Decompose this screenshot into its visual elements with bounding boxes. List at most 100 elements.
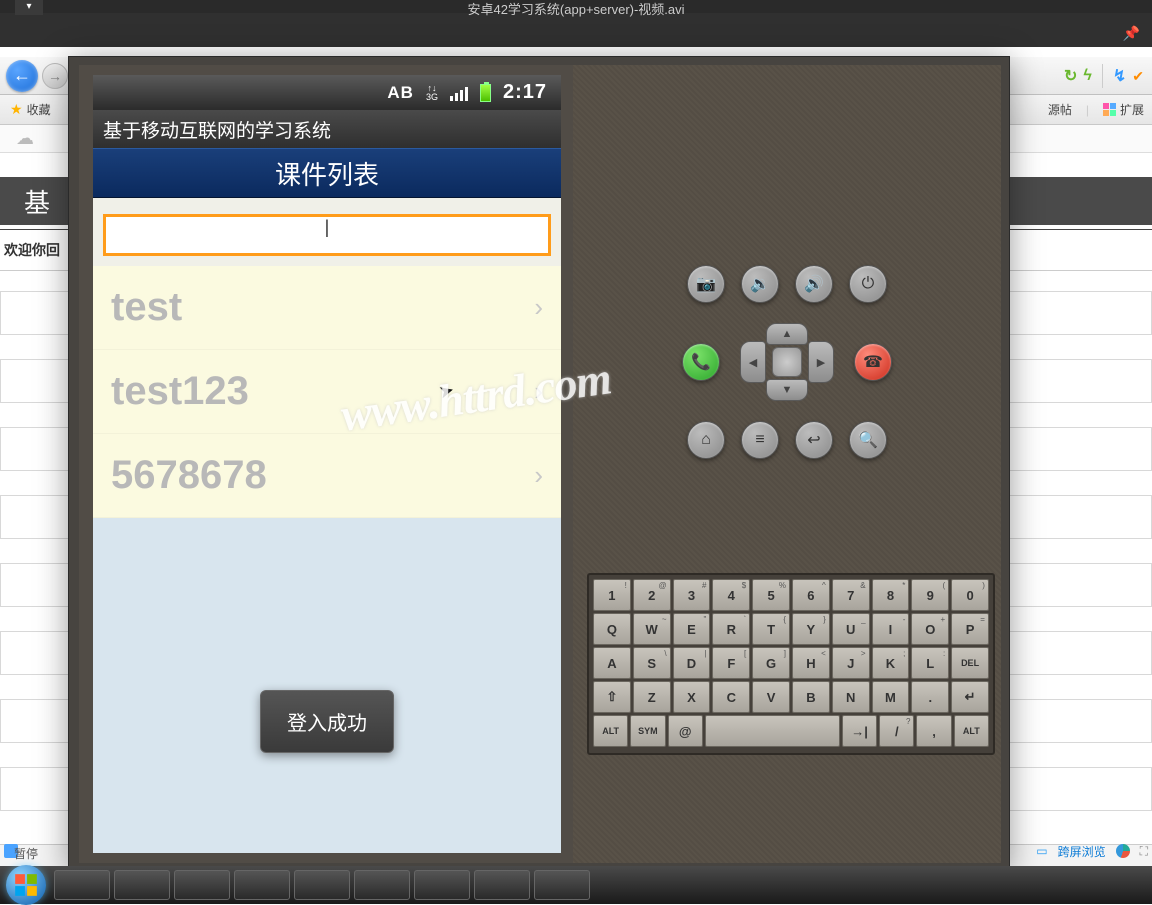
key-DEL[interactable]: DEL bbox=[951, 647, 989, 679]
volume-down-button[interactable]: 🔉 bbox=[741, 265, 779, 303]
fullscreen-icon[interactable]: ⛶ bbox=[1140, 844, 1148, 859]
back-button[interactable]: ↩ bbox=[795, 421, 833, 459]
cross-screen-link[interactable]: 跨屏浏览 bbox=[1058, 843, 1106, 860]
key-→|[interactable]: →| bbox=[842, 715, 877, 747]
cloud-icon[interactable]: ☁ bbox=[16, 128, 34, 149]
key-9[interactable]: (9 bbox=[911, 579, 949, 611]
key-.[interactable]: . bbox=[911, 681, 949, 713]
pie-chart-icon[interactable] bbox=[1116, 844, 1130, 858]
key-B[interactable]: B bbox=[792, 681, 830, 713]
key-L[interactable]: :L bbox=[911, 647, 949, 679]
dpad: ▲ ▼ ◀ ▶ bbox=[740, 323, 834, 401]
key-/[interactable]: ?/ bbox=[879, 715, 914, 747]
taskbar-item[interactable] bbox=[474, 870, 530, 900]
media-player-titlebar: ▾ 安卓42学习系统(app+server)-视频.avi bbox=[0, 0, 1152, 13]
camera-button[interactable]: 📷 bbox=[687, 265, 725, 303]
key-1[interactable]: !1 bbox=[593, 579, 631, 611]
key-0[interactable]: )0 bbox=[951, 579, 989, 611]
key-⇧[interactable]: ⇧ bbox=[593, 681, 631, 713]
star-icon: ★ bbox=[10, 101, 23, 118]
dpad-down[interactable]: ▼ bbox=[766, 379, 808, 401]
extensions-link[interactable]: 扩展 bbox=[1103, 101, 1144, 118]
key-C[interactable]: C bbox=[712, 681, 750, 713]
pin-icon[interactable]: 📌 bbox=[1123, 25, 1140, 42]
key-O[interactable]: +O bbox=[911, 613, 949, 645]
taskbar-item[interactable] bbox=[354, 870, 410, 900]
taskbar-item[interactable] bbox=[294, 870, 350, 900]
key-ALT[interactable]: ALT bbox=[954, 715, 989, 747]
taskbar-item[interactable] bbox=[414, 870, 470, 900]
dpad-left[interactable]: ◀ bbox=[740, 341, 766, 383]
key-V[interactable]: V bbox=[752, 681, 790, 713]
network-indicator: ↑↓3G bbox=[426, 84, 438, 102]
favorites-label[interactable]: 收藏 bbox=[27, 101, 51, 118]
key-U[interactable]: _U bbox=[832, 613, 870, 645]
key-D[interactable]: |D bbox=[673, 647, 711, 679]
key-A[interactable]: A bbox=[593, 647, 631, 679]
key-M[interactable]: M bbox=[872, 681, 910, 713]
volume-up-button[interactable]: 🔊 bbox=[795, 265, 833, 303]
source-link[interactable]: 源帖 bbox=[1048, 101, 1072, 118]
key-R[interactable]: `R bbox=[712, 613, 750, 645]
menu-button[interactable]: ≡ bbox=[741, 421, 779, 459]
key-X[interactable]: X bbox=[673, 681, 711, 713]
key-P[interactable]: =P bbox=[951, 613, 989, 645]
key-W[interactable]: ~W bbox=[633, 613, 671, 645]
key-5[interactable]: %5 bbox=[752, 579, 790, 611]
forward-button[interactable]: → bbox=[42, 63, 68, 89]
key-,[interactable]: , bbox=[916, 715, 951, 747]
key-J[interactable]: >J bbox=[832, 647, 870, 679]
key-I[interactable]: -I bbox=[872, 613, 910, 645]
lightning-icon[interactable]: ϟ bbox=[1083, 67, 1091, 85]
dpad-up[interactable]: ▲ bbox=[766, 323, 808, 345]
key-7[interactable]: &7 bbox=[832, 579, 870, 611]
key-8[interactable]: *8 bbox=[872, 579, 910, 611]
list-item[interactable]: test123 › bbox=[93, 350, 561, 434]
taskbar-item[interactable] bbox=[234, 870, 290, 900]
key-2[interactable]: @2 bbox=[633, 579, 671, 611]
dpad-center[interactable] bbox=[772, 347, 802, 377]
taskbar-item[interactable] bbox=[114, 870, 170, 900]
key-E[interactable]: "E bbox=[673, 613, 711, 645]
list-item[interactable]: 5678678 › bbox=[93, 434, 561, 518]
back-button[interactable]: ← bbox=[6, 60, 38, 92]
sync-icon[interactable]: ↯ bbox=[1113, 66, 1126, 86]
key-N[interactable]: N bbox=[832, 681, 870, 713]
start-button[interactable] bbox=[6, 865, 46, 905]
taskbar-item[interactable] bbox=[534, 870, 590, 900]
check-icon[interactable]: ✔ bbox=[1132, 68, 1144, 85]
key-ALT[interactable]: ALT bbox=[593, 715, 628, 747]
key-3[interactable]: #3 bbox=[673, 579, 711, 611]
key-↵[interactable]: ↵ bbox=[951, 681, 989, 713]
refresh-icon[interactable]: ↻ bbox=[1064, 66, 1077, 86]
key-H[interactable]: <H bbox=[792, 647, 830, 679]
search-button[interactable]: 🔍 bbox=[849, 421, 887, 459]
taskbar-item[interactable] bbox=[54, 870, 110, 900]
end-call-button[interactable]: ☎ bbox=[854, 343, 892, 381]
search-input[interactable]: | bbox=[103, 214, 551, 256]
key-4[interactable]: $4 bbox=[712, 579, 750, 611]
key-T[interactable]: {T bbox=[752, 613, 790, 645]
key-6[interactable]: ^6 bbox=[792, 579, 830, 611]
home-button[interactable]: ⌂ bbox=[687, 421, 725, 459]
key-Y[interactable]: }Y bbox=[792, 613, 830, 645]
power-button[interactable]: ⏻ bbox=[849, 265, 887, 303]
key-K[interactable]: ;K bbox=[872, 647, 910, 679]
key-S[interactable]: \S bbox=[633, 647, 671, 679]
key-G[interactable]: ]G bbox=[752, 647, 790, 679]
battery-icon bbox=[480, 84, 491, 102]
key-@[interactable]: @ bbox=[668, 715, 703, 747]
chevron-right-icon: › bbox=[534, 292, 543, 323]
key-F[interactable]: [F bbox=[712, 647, 750, 679]
screen-share-icon[interactable]: ▭ bbox=[1036, 844, 1047, 858]
key-Q[interactable]: Q bbox=[593, 613, 631, 645]
list-item[interactable]: test › bbox=[93, 266, 561, 350]
call-button[interactable]: 📞 bbox=[682, 343, 720, 381]
taskbar-item[interactable] bbox=[174, 870, 230, 900]
key-SYM[interactable]: SYM bbox=[630, 715, 665, 747]
key-Z[interactable]: Z bbox=[633, 681, 671, 713]
dpad-right[interactable]: ▶ bbox=[808, 341, 834, 383]
media-menu[interactable]: ▾ bbox=[15, 0, 43, 15]
list-item-text: 5678678 bbox=[111, 453, 267, 498]
key-space[interactable] bbox=[705, 715, 840, 747]
